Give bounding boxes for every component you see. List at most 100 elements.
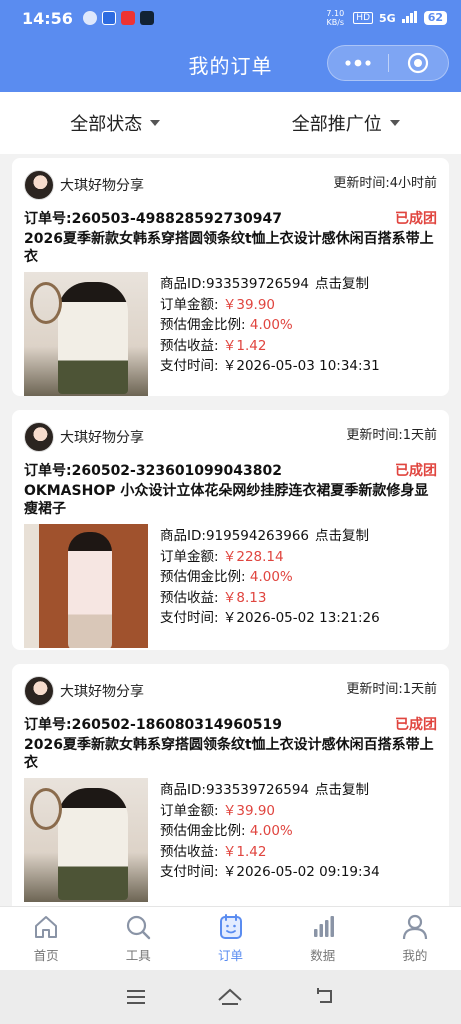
commission-rate-label: 预估佣金比例: <box>160 823 246 839</box>
back-icon <box>316 988 332 1003</box>
tab-profile-label: 我的 <box>402 948 428 963</box>
order-card[interactable]: 大琪好物分享 更新时间:1天前 订单号:260502-1860803149605… <box>12 664 449 906</box>
caret-down-icon <box>389 120 400 126</box>
target-circle-icon <box>408 52 429 74</box>
update-time: 更新时间:1天前 <box>346 682 437 697</box>
app-icon-red <box>120 11 135 25</box>
caret-down-icon <box>150 120 161 126</box>
notification-icons <box>82 11 154 25</box>
signal-icon <box>401 10 418 26</box>
order-status-badge: 已成团 <box>395 717 437 733</box>
copy-product-id-button[interactable]: 点击复制 <box>315 276 369 292</box>
copy-product-id-button[interactable]: 点击复制 <box>315 528 369 544</box>
update-time: 更新时间:4小时前 <box>333 176 437 191</box>
order-card[interactable]: 大琪好物分享 更新时间:1天前 订单号:260502-3236010990438… <box>12 410 449 650</box>
order-icon <box>219 914 242 939</box>
bar-chart-icon <box>313 916 334 937</box>
pay-time: ￥2026-05-03 10:34:31 <box>222 358 380 374</box>
income-label: 预估收益: <box>160 337 219 354</box>
tab-profile[interactable]: 我的 <box>369 907 461 970</box>
hamburger-icon <box>127 990 146 1004</box>
order-list[interactable]: 大琪好物分享 更新时间:4小时前 订单号:260503-498828592730… <box>0 154 461 906</box>
pay-time-label: 支付时间: <box>160 864 219 880</box>
home-icon <box>35 916 58 938</box>
order-info: 商品ID:919594263966 点击复制 订单金额: ￥228.14 预估佣金… <box>160 524 380 648</box>
search-icon <box>127 915 151 940</box>
status-filter-label: 全部状态 <box>70 114 143 135</box>
tab-orders[interactable]: 订单 <box>184 907 276 970</box>
shop-name: 大琪好物分享 <box>60 178 144 194</box>
product-image[interactable] <box>24 272 148 396</box>
order-amount: ￥39.90 <box>222 802 276 819</box>
order-status-badge: 已成团 <box>395 463 437 479</box>
app-icon-blue <box>101 11 116 25</box>
app-icon-dark <box>139 11 154 25</box>
amount-label: 订单金额: <box>160 296 219 313</box>
order-number: 订单号:260502-186080314960519 <box>24 717 282 733</box>
product-id: 933539726594 <box>205 276 310 292</box>
amount-label: 订单金额: <box>160 548 219 565</box>
product-title: 2026夏季新款女韩系穿搭圆领条纹t恤上衣设计感休闲百搭系带上衣 <box>24 231 434 265</box>
menu-nav-button[interactable] <box>125 988 147 1006</box>
promotion-filter-label: 全部推广位 <box>291 114 382 135</box>
order-info: 商品ID:933539726594 点击复制 订单金额: ￥39.90 预估佣金比… <box>160 778 380 902</box>
hd-icon: HD <box>353 12 373 24</box>
more-button[interactable] <box>328 46 388 80</box>
commission-rate: 4.00% <box>249 569 293 585</box>
system-nav-bar <box>0 970 461 1024</box>
order-number: 订单号:260502-323601099043802 <box>24 463 282 479</box>
close-miniprogram-button[interactable] <box>389 46 449 80</box>
order-card[interactable]: 大琪好物分享 更新时间:4小时前 订单号:260503-498828592730… <box>12 158 449 396</box>
tab-home-label: 首页 <box>33 948 59 963</box>
order-number: 订单号:260503-498828592730947 <box>24 211 282 227</box>
income-label: 预估收益: <box>160 589 219 606</box>
filter-bar: 全部状态 全部推广位 <box>0 92 461 154</box>
product-image[interactable] <box>24 778 148 902</box>
wechat-icon <box>82 11 97 25</box>
tab-data-label: 数据 <box>310 948 336 963</box>
pay-time: ￥2026-05-02 09:19:34 <box>222 864 380 880</box>
product-id-label: 商品ID: <box>160 276 206 292</box>
copy-product-id-button[interactable]: 点击复制 <box>315 782 369 798</box>
product-id: 933539726594 <box>205 782 310 798</box>
amount-label: 订单金额: <box>160 802 219 819</box>
avatar <box>24 170 54 200</box>
tab-data[interactable]: 数据 <box>277 907 369 970</box>
pay-time: ￥2026-05-02 13:21:26 <box>222 610 380 626</box>
net-speed: 7.10 KB/s <box>326 9 345 27</box>
commission-rate: 4.00% <box>249 317 293 333</box>
status-right: 7.10 KB/s HD 5G 62 <box>323 9 447 27</box>
more-dots-icon <box>345 59 371 67</box>
promotion-filter-dropdown[interactable]: 全部推广位 <box>231 110 461 136</box>
header: 14:56 7.10 KB/s HD 5G 62 我的订单 <box>0 0 461 92</box>
product-id-label: 商品ID: <box>160 528 206 544</box>
income-label: 预估收益: <box>160 843 219 860</box>
commission-rate-label: 预估佣金比例: <box>160 569 246 585</box>
avatar <box>24 422 54 452</box>
shop-name: 大琪好物分享 <box>60 430 144 446</box>
tab-home[interactable]: 首页 <box>0 907 92 970</box>
commission-rate-label: 预估佣金比例: <box>160 317 246 333</box>
status-time: 14:56 <box>22 8 73 28</box>
estimated-income: ￥8.13 <box>222 589 267 606</box>
product-image[interactable] <box>24 524 148 648</box>
back-nav-button[interactable] <box>314 987 336 1007</box>
tab-tools[interactable]: 工具 <box>92 907 184 970</box>
title-row: 我的订单 <box>0 36 461 92</box>
commission-rate: 4.00% <box>249 823 293 839</box>
status-filter-dropdown[interactable]: 全部状态 <box>0 110 231 136</box>
tab-tools-label: 工具 <box>125 948 151 963</box>
status-bar: 14:56 7.10 KB/s HD 5G 62 <box>0 0 461 36</box>
page-title: 我的订单 <box>188 53 273 78</box>
pay-time-label: 支付时间: <box>160 358 219 374</box>
home-outline-icon <box>218 988 243 1005</box>
update-time: 更新时间:1天前 <box>346 428 437 443</box>
battery-indicator: 62 <box>423 11 447 25</box>
avatar <box>24 676 54 706</box>
order-amount: ￥39.90 <box>222 296 276 313</box>
home-nav-button[interactable] <box>217 987 243 1007</box>
bottom-tab-bar: 首页 工具 订单 数据 我的 <box>0 906 461 970</box>
shop-name: 大琪好物分享 <box>60 684 144 700</box>
product-id: 919594263966 <box>205 528 310 544</box>
product-id-label: 商品ID: <box>160 782 206 798</box>
